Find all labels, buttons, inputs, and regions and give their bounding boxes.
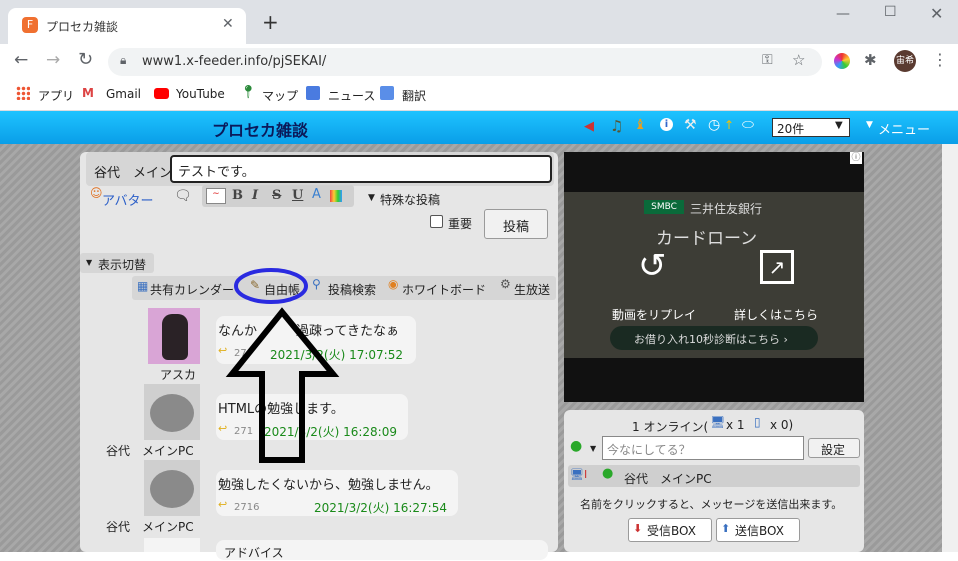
annotation-arrow xyxy=(225,307,340,463)
inbox-button[interactable]: ⬇ 受信BOX xyxy=(628,518,712,542)
inbox-icon: ⬇ xyxy=(633,522,643,535)
outbox-icon: ⬆ xyxy=(721,522,731,535)
ad-replay-label[interactable]: 動画をリプレイ xyxy=(612,306,696,323)
ad-product: カードローン xyxy=(656,229,758,249)
smbc-logo: SMBC xyxy=(644,200,684,214)
pc-count: x 1 xyxy=(726,418,745,432)
status-set-button[interactable]: 設定 xyxy=(808,438,860,458)
ad-info-icon[interactable]: ⓘ xyxy=(850,152,862,164)
ad-details-label[interactable]: 詳しくはこちら xyxy=(734,306,818,323)
online-panel: 1 オンライン( 🖥︎ x 1 ▯ x 0) ● ▼ 今なにしてる？ 設定 🖥︎… xyxy=(564,410,864,552)
mobile-count: x 0) xyxy=(770,418,794,432)
online-user-row[interactable]: 🖥︎ Ⅰ ● 谷代 メインPC xyxy=(568,465,860,487)
pc-icon: 🖥︎ xyxy=(710,415,726,429)
mobile-icon: ▯ xyxy=(754,415,761,429)
ad-cta-label: お借り入れ10秒診断はこちら › xyxy=(634,333,788,346)
user-pc-icon: 🖥︎ xyxy=(570,468,584,481)
online-user-name: 谷代 メインPC xyxy=(624,472,712,486)
outbox-label: 送信BOX xyxy=(735,524,784,538)
online-summary: 1 オンライン( xyxy=(632,420,709,434)
ad-panel[interactable]: SMBC 三井住友銀行 カードローン ↺ ↗ 動画をリプレイ 詳しくはこちら お… xyxy=(564,152,864,402)
user-status-icon: ● xyxy=(602,466,614,481)
user-signal-icon: Ⅰ xyxy=(584,468,588,481)
status-chevron-icon[interactable]: ▼ xyxy=(590,444,596,453)
message-hint: 名前をクリックすると、メッセージを送信出来ます。 xyxy=(580,498,843,511)
ad-bank-name: 三井住友銀行 xyxy=(690,202,763,216)
inbox-label: 受信BOX xyxy=(647,524,696,538)
ad-cta-button[interactable]: お借り入れ10秒診断はこちら › xyxy=(610,326,818,350)
replay-icon[interactable]: ↺ xyxy=(638,246,667,286)
external-link-icon[interactable]: ↗ xyxy=(760,250,794,284)
status-input-placeholder: 今なにしてる？ xyxy=(607,443,691,457)
status-input[interactable]: 今なにしてる？ xyxy=(602,436,804,460)
status-bubble-icon[interactable]: ● xyxy=(570,438,582,454)
annotation-circle xyxy=(234,268,308,304)
smbc-logo-text: SMBC xyxy=(651,202,677,212)
outbox-button[interactable]: ⬆ 送信BOX xyxy=(716,518,800,542)
status-set-label: 設定 xyxy=(821,443,846,457)
